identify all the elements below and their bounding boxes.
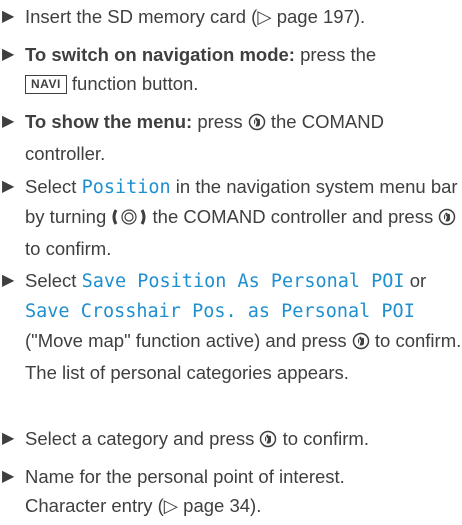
page-reference: ▷ page 197 [257, 6, 354, 27]
bullet-arrow-icon: ▶ [2, 113, 15, 130]
press-controller-icon [438, 205, 456, 234]
turn-controller-icon [111, 205, 147, 234]
step-text: function button. [66, 73, 199, 94]
step-select-category: ▶ Select a category and press to confirm… [0, 424, 462, 456]
step-name-poi: ▶ Name for the personal point of interes… [0, 462, 462, 520]
menu-item-save-crosshair: Save Crosshair Pos. as Personal POI [25, 301, 415, 322]
step-text: ). [250, 495, 262, 516]
step-insert-sd: ▶ Insert the SD memory card (▷ page 197)… [0, 2, 462, 31]
step-text: Select a category and press [25, 428, 260, 449]
step-text: to confirm. [369, 330, 462, 351]
step-text: Character entry ( [25, 495, 164, 516]
press-controller-icon [259, 427, 277, 456]
page-reference: ▷ page 34 [163, 495, 251, 516]
step-text: Select [25, 270, 82, 291]
bullet-arrow-icon: ▶ [2, 46, 15, 63]
step-text: Select [25, 176, 82, 197]
bullet-arrow-icon: ▶ [2, 468, 15, 485]
step-text: or [404, 270, 427, 291]
step-text: ("Move map" function active) and press [25, 330, 352, 351]
menu-item-position: Position [81, 177, 171, 198]
step-text: Insert the SD memory card ( [25, 6, 258, 27]
bullet-arrow-icon: ▶ [2, 272, 15, 289]
manual-page: ▶ Insert the SD memory card (▷ page 197)… [0, 0, 462, 525]
step-heading: To show the menu: [25, 111, 193, 132]
step-text: Name for the personal point of interest. [25, 466, 345, 487]
step-text: press the [294, 44, 377, 65]
step-select-position: ▶ Select Position in the navigation syst… [0, 172, 462, 263]
menu-item-save-position: Save Position As Personal POI [81, 271, 405, 292]
step-text: ). [353, 6, 366, 27]
bullet-arrow-icon: ▶ [2, 8, 15, 25]
step-text: to confirm. [25, 238, 112, 259]
step-save-poi: ▶ Select Save Position As Personal POI o… [0, 266, 462, 387]
step-text: press [192, 111, 248, 132]
step-navigation-mode: ▶ To switch on navigation mode: press th… [0, 40, 462, 98]
navi-key: NAVI [25, 75, 67, 94]
press-controller-icon [352, 329, 370, 358]
press-controller-icon [248, 110, 266, 139]
step-result-note: The list of personal categories appears. [25, 362, 349, 383]
bullet-arrow-icon: ▶ [2, 178, 15, 195]
bullet-arrow-icon: ▶ [2, 430, 15, 447]
step-text: the COMAND controller and press [147, 206, 439, 227]
step-text: to confirm. [277, 428, 369, 449]
step-heading: To switch on navigation mode: [25, 44, 295, 65]
step-show-menu: ▶ To show the menu: press the COMAND con… [0, 107, 462, 168]
